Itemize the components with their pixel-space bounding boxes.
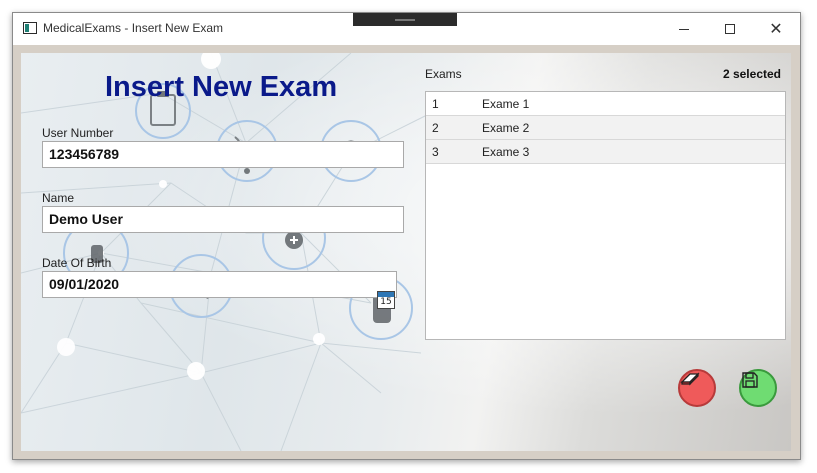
user-number-input[interactable]: 123456789: [42, 141, 404, 168]
window-title: MedicalExams - Insert New Exam: [43, 21, 224, 35]
exam-list[interactable]: 1 Exame 1 2 Exame 2 3 Exame 3: [425, 91, 786, 340]
maximize-icon: [725, 24, 735, 34]
title-bar[interactable]: MedicalExams - Insert New Exam ✕: [13, 13, 800, 45]
name-label: Name: [42, 191, 75, 205]
calendar-icon[interactable]: 15: [377, 291, 395, 309]
minimize-icon: [679, 28, 689, 30]
save-button[interactable]: [739, 369, 777, 407]
drag-handle[interactable]: [353, 13, 457, 26]
exam-number: 1: [432, 97, 439, 111]
exam-number: 3: [432, 145, 439, 159]
eraser-icon: [680, 372, 700, 386]
maximize-button[interactable]: [707, 13, 753, 45]
app-window: MedicalExams - Insert New Exam ✕ Insert …: [12, 12, 801, 460]
list-item[interactable]: 2 Exame 2: [426, 116, 785, 140]
selected-count: 2 selected: [722, 67, 781, 81]
app-icon: [23, 22, 37, 34]
exam-name: Exame 1: [482, 97, 530, 111]
close-button[interactable]: ✕: [753, 13, 799, 45]
exam-name: Exame 3: [482, 145, 530, 159]
exams-label: Exams: [425, 67, 462, 81]
clear-button[interactable]: [678, 369, 716, 407]
close-icon: ✕: [769, 19, 783, 38]
dob-label: Date Of Birth: [42, 256, 112, 270]
dob-input[interactable]: 09/01/2020: [42, 271, 397, 298]
client-area: Insert New Exam User Number 123456789 Na…: [13, 45, 800, 459]
name-input[interactable]: Demo User: [42, 206, 404, 233]
exam-number: 2: [432, 121, 439, 135]
page-heading: Insert New Exam: [105, 71, 338, 103]
list-item[interactable]: 3 Exame 3: [426, 140, 785, 164]
background-panel: Insert New Exam User Number 123456789 Na…: [21, 53, 791, 451]
floppy-disk-icon: [742, 372, 758, 388]
minimize-button[interactable]: [661, 13, 707, 45]
calendar-day: 15: [380, 297, 392, 307]
user-number-label: User Number: [42, 126, 114, 140]
exam-name: Exame 2: [482, 121, 530, 135]
list-item[interactable]: 1 Exame 1: [426, 92, 785, 116]
